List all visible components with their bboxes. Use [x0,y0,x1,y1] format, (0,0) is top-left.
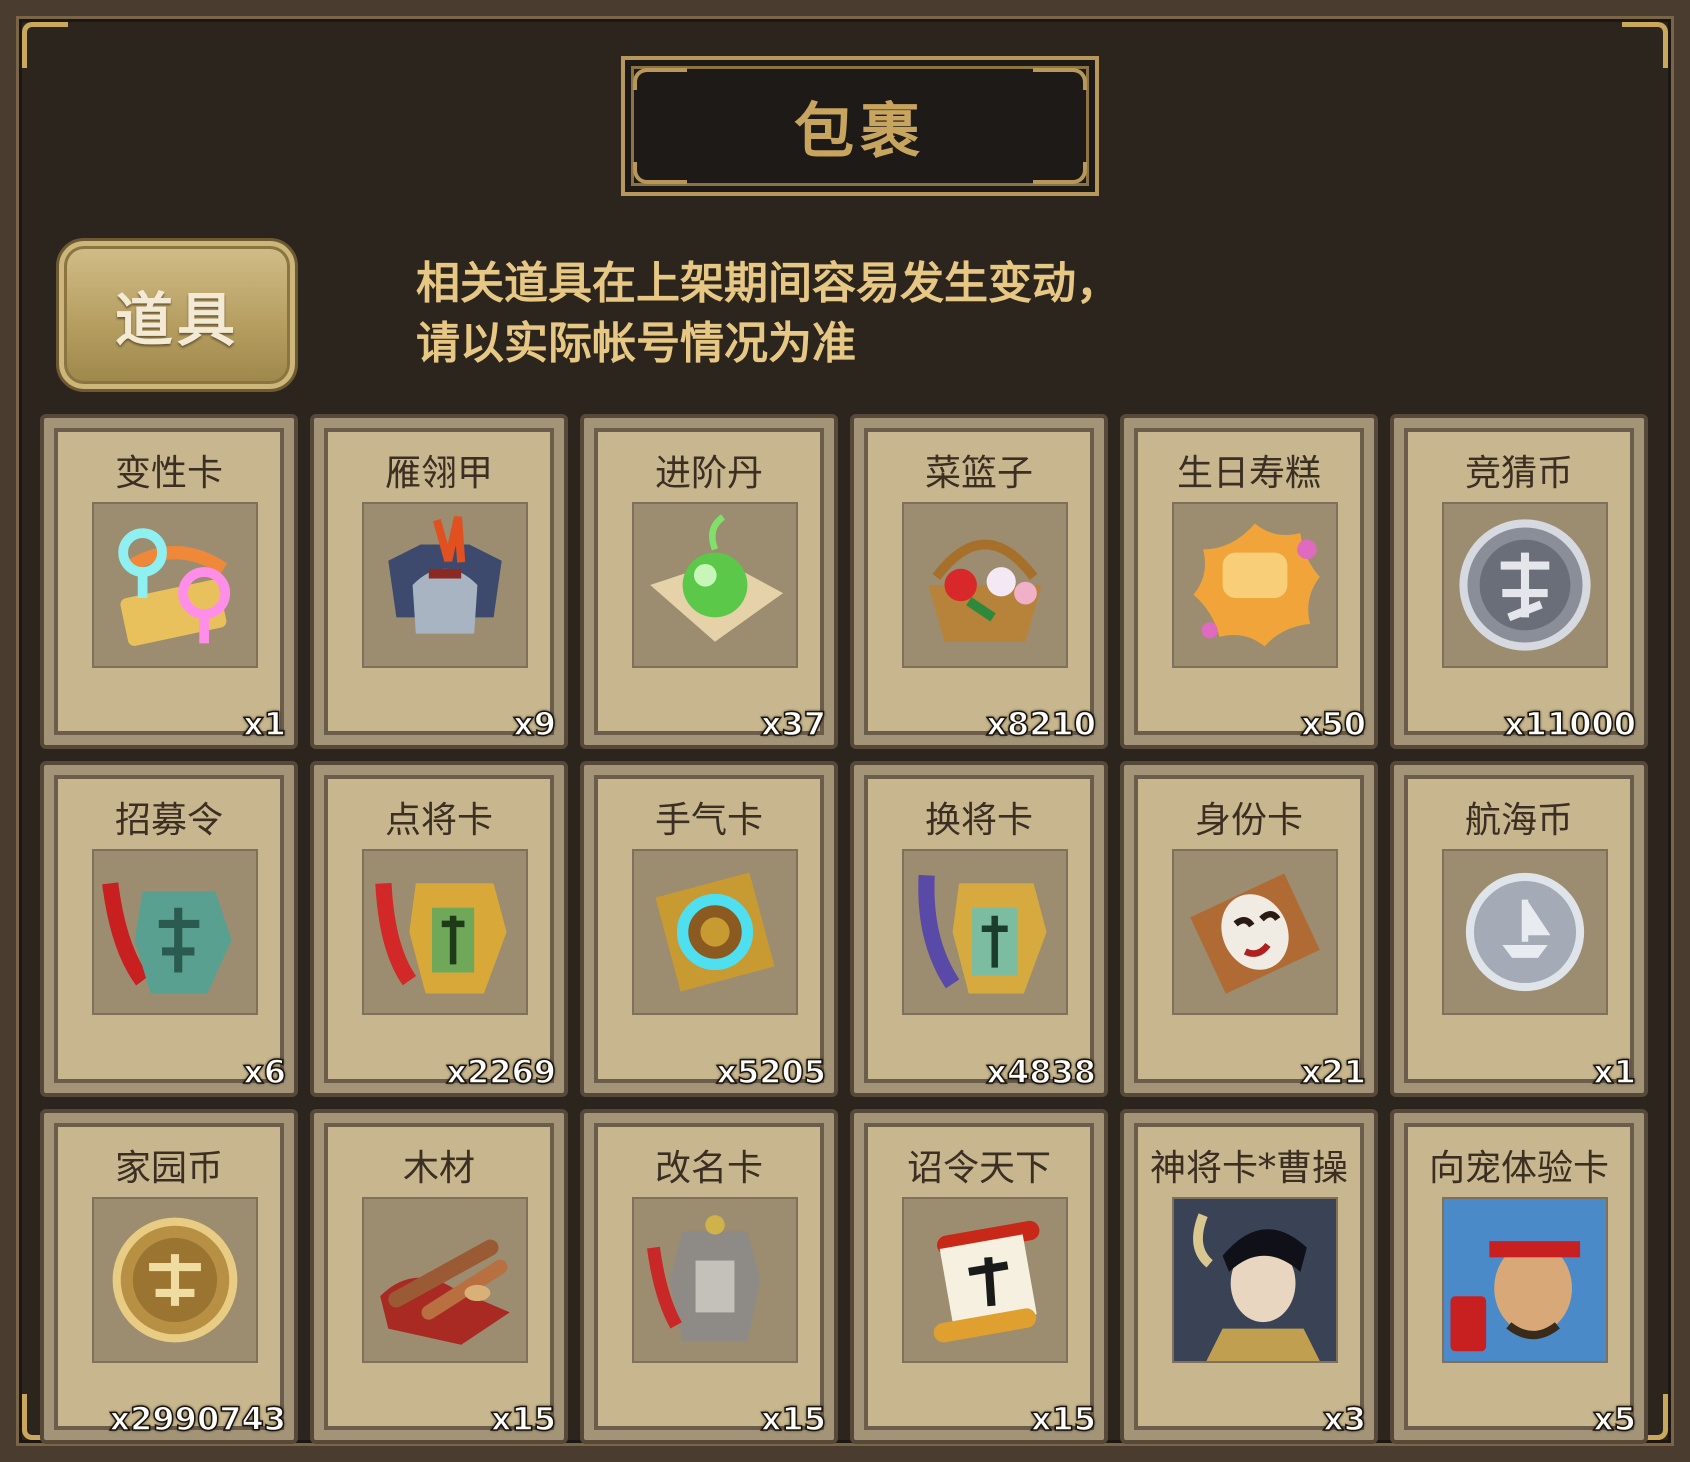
item-count: x1 [1592,1052,1636,1092]
notice-line-1: 相关道具在上架期间容易发生变动， [416,258,1120,309]
title-ornament [1033,68,1087,90]
item-card[interactable]: 进阶丹 x37 [580,414,838,750]
item-card[interactable]: 招募令 x6 [40,761,298,1097]
item-count: x37 [760,705,827,745]
tab-items[interactable]: 道具 [56,238,298,392]
item-card[interactable]: 变性卡 x1 [40,414,298,750]
item-count: x15 [1030,1399,1097,1439]
item-count: x6 [242,1052,286,1092]
item-card[interactable]: 家园币 x2990743 [40,1108,298,1444]
item-card[interactable]: 神将卡*曹操 x3 [1120,1108,1378,1444]
home-coin-icon [92,1196,258,1363]
item-count: x5 [1592,1399,1636,1439]
item-card[interactable]: 改名卡 x15 [580,1108,838,1444]
luck-card-icon [632,849,798,1016]
item-name: 菜篮子 [924,453,1033,494]
item-count: x1 [242,705,286,745]
item-count: x50 [1300,705,1367,745]
item-name: 向宠体验卡 [1428,1147,1609,1189]
item-name: 竞猜币 [1464,453,1573,494]
item-name: 招募令 [114,800,223,842]
gender-swap-icon [92,502,258,668]
item-name: 手气卡 [654,800,763,842]
general-portrait-icon [1172,1196,1338,1363]
item-card[interactable]: 菜篮子 x8210 [850,414,1108,750]
item-count: x2269 [446,1052,557,1092]
flower-basket-icon [902,502,1068,668]
item-name: 雁翎甲 [384,453,493,494]
silver-coin-icon [1442,502,1608,668]
item-count: x5205 [716,1052,827,1092]
item-card[interactable]: 换将卡 x4838 [850,761,1108,1097]
item-card[interactable]: 身份卡 x21 [1120,761,1378,1097]
item-card[interactable]: 点将卡 x2269 [310,761,568,1097]
recruit-token-icon [92,849,258,1016]
item-grid: 变性卡 x1 雁翎甲 x9 进阶丹 x37 菜篮子 x8210 生日寿糕 x50… [40,414,1648,1444]
item-card[interactable]: 航海币 x1 [1390,761,1648,1097]
item-count: x3 [1322,1399,1366,1439]
item-name: 诏令天下 [906,1147,1051,1189]
armor-icon [362,502,528,668]
title-ornament [1033,162,1087,184]
general-token-icon [362,849,528,1016]
item-count: x15 [490,1399,557,1439]
wood-icon [362,1196,528,1363]
item-card[interactable]: 向宠体验卡 x5 [1390,1108,1648,1444]
item-name: 木材 [402,1147,475,1189]
item-name: 家园币 [114,1147,223,1189]
item-name: 点将卡 [384,800,493,842]
item-count: x11000 [1503,705,1636,745]
swap-general-token-icon [902,849,1068,1016]
tab-items-label: 道具 [114,286,239,354]
ship-coin-icon [1442,849,1608,1016]
item-name: 神将卡*曹操 [1149,1147,1348,1189]
item-count: x4838 [986,1052,1097,1092]
item-card[interactable]: 诏令天下 x15 [850,1108,1108,1444]
notice-text: 相关道具在上架期间容易发生变动， 请以实际帐号情况为准 [416,254,1216,374]
item-name: 航海币 [1464,800,1573,842]
frame-corner-ornament [1622,22,1668,68]
item-name: 改名卡 [654,1147,763,1189]
mask-card-icon [1172,849,1338,1016]
frame-corner-ornament [22,22,68,68]
title-ornament [633,162,687,184]
item-count: x21 [1300,1052,1367,1092]
item-count: x2990743 [109,1399,287,1439]
item-card[interactable]: 木材 x15 [310,1108,568,1444]
birthday-cake-icon [1172,502,1338,668]
title-ornament [633,68,687,90]
item-name: 身份卡 [1194,800,1303,842]
trial-portrait-icon [1442,1196,1608,1363]
green-pill-icon [632,502,798,668]
edict-scroll-icon [902,1196,1068,1363]
item-name: 生日寿糕 [1176,453,1321,494]
item-card[interactable]: 手气卡 x5205 [580,761,838,1097]
item-card[interactable]: 竞猜币 x11000 [1390,414,1648,750]
item-count: x15 [760,1399,827,1439]
notice-line-2: 请以实际帐号情况为准 [416,318,856,369]
item-card[interactable]: 雁翎甲 x9 [310,414,568,750]
item-count: x8210 [986,705,1097,745]
item-name: 变性卡 [114,453,223,494]
title-plate: 包裹 [621,56,1099,196]
item-name: 进阶丹 [654,453,763,494]
item-count: x9 [512,705,556,745]
page-title: 包裹 [794,96,926,167]
item-card[interactable]: 生日寿糕 x50 [1120,414,1378,750]
item-name: 换将卡 [924,800,1033,842]
rename-tag-icon [632,1196,798,1363]
